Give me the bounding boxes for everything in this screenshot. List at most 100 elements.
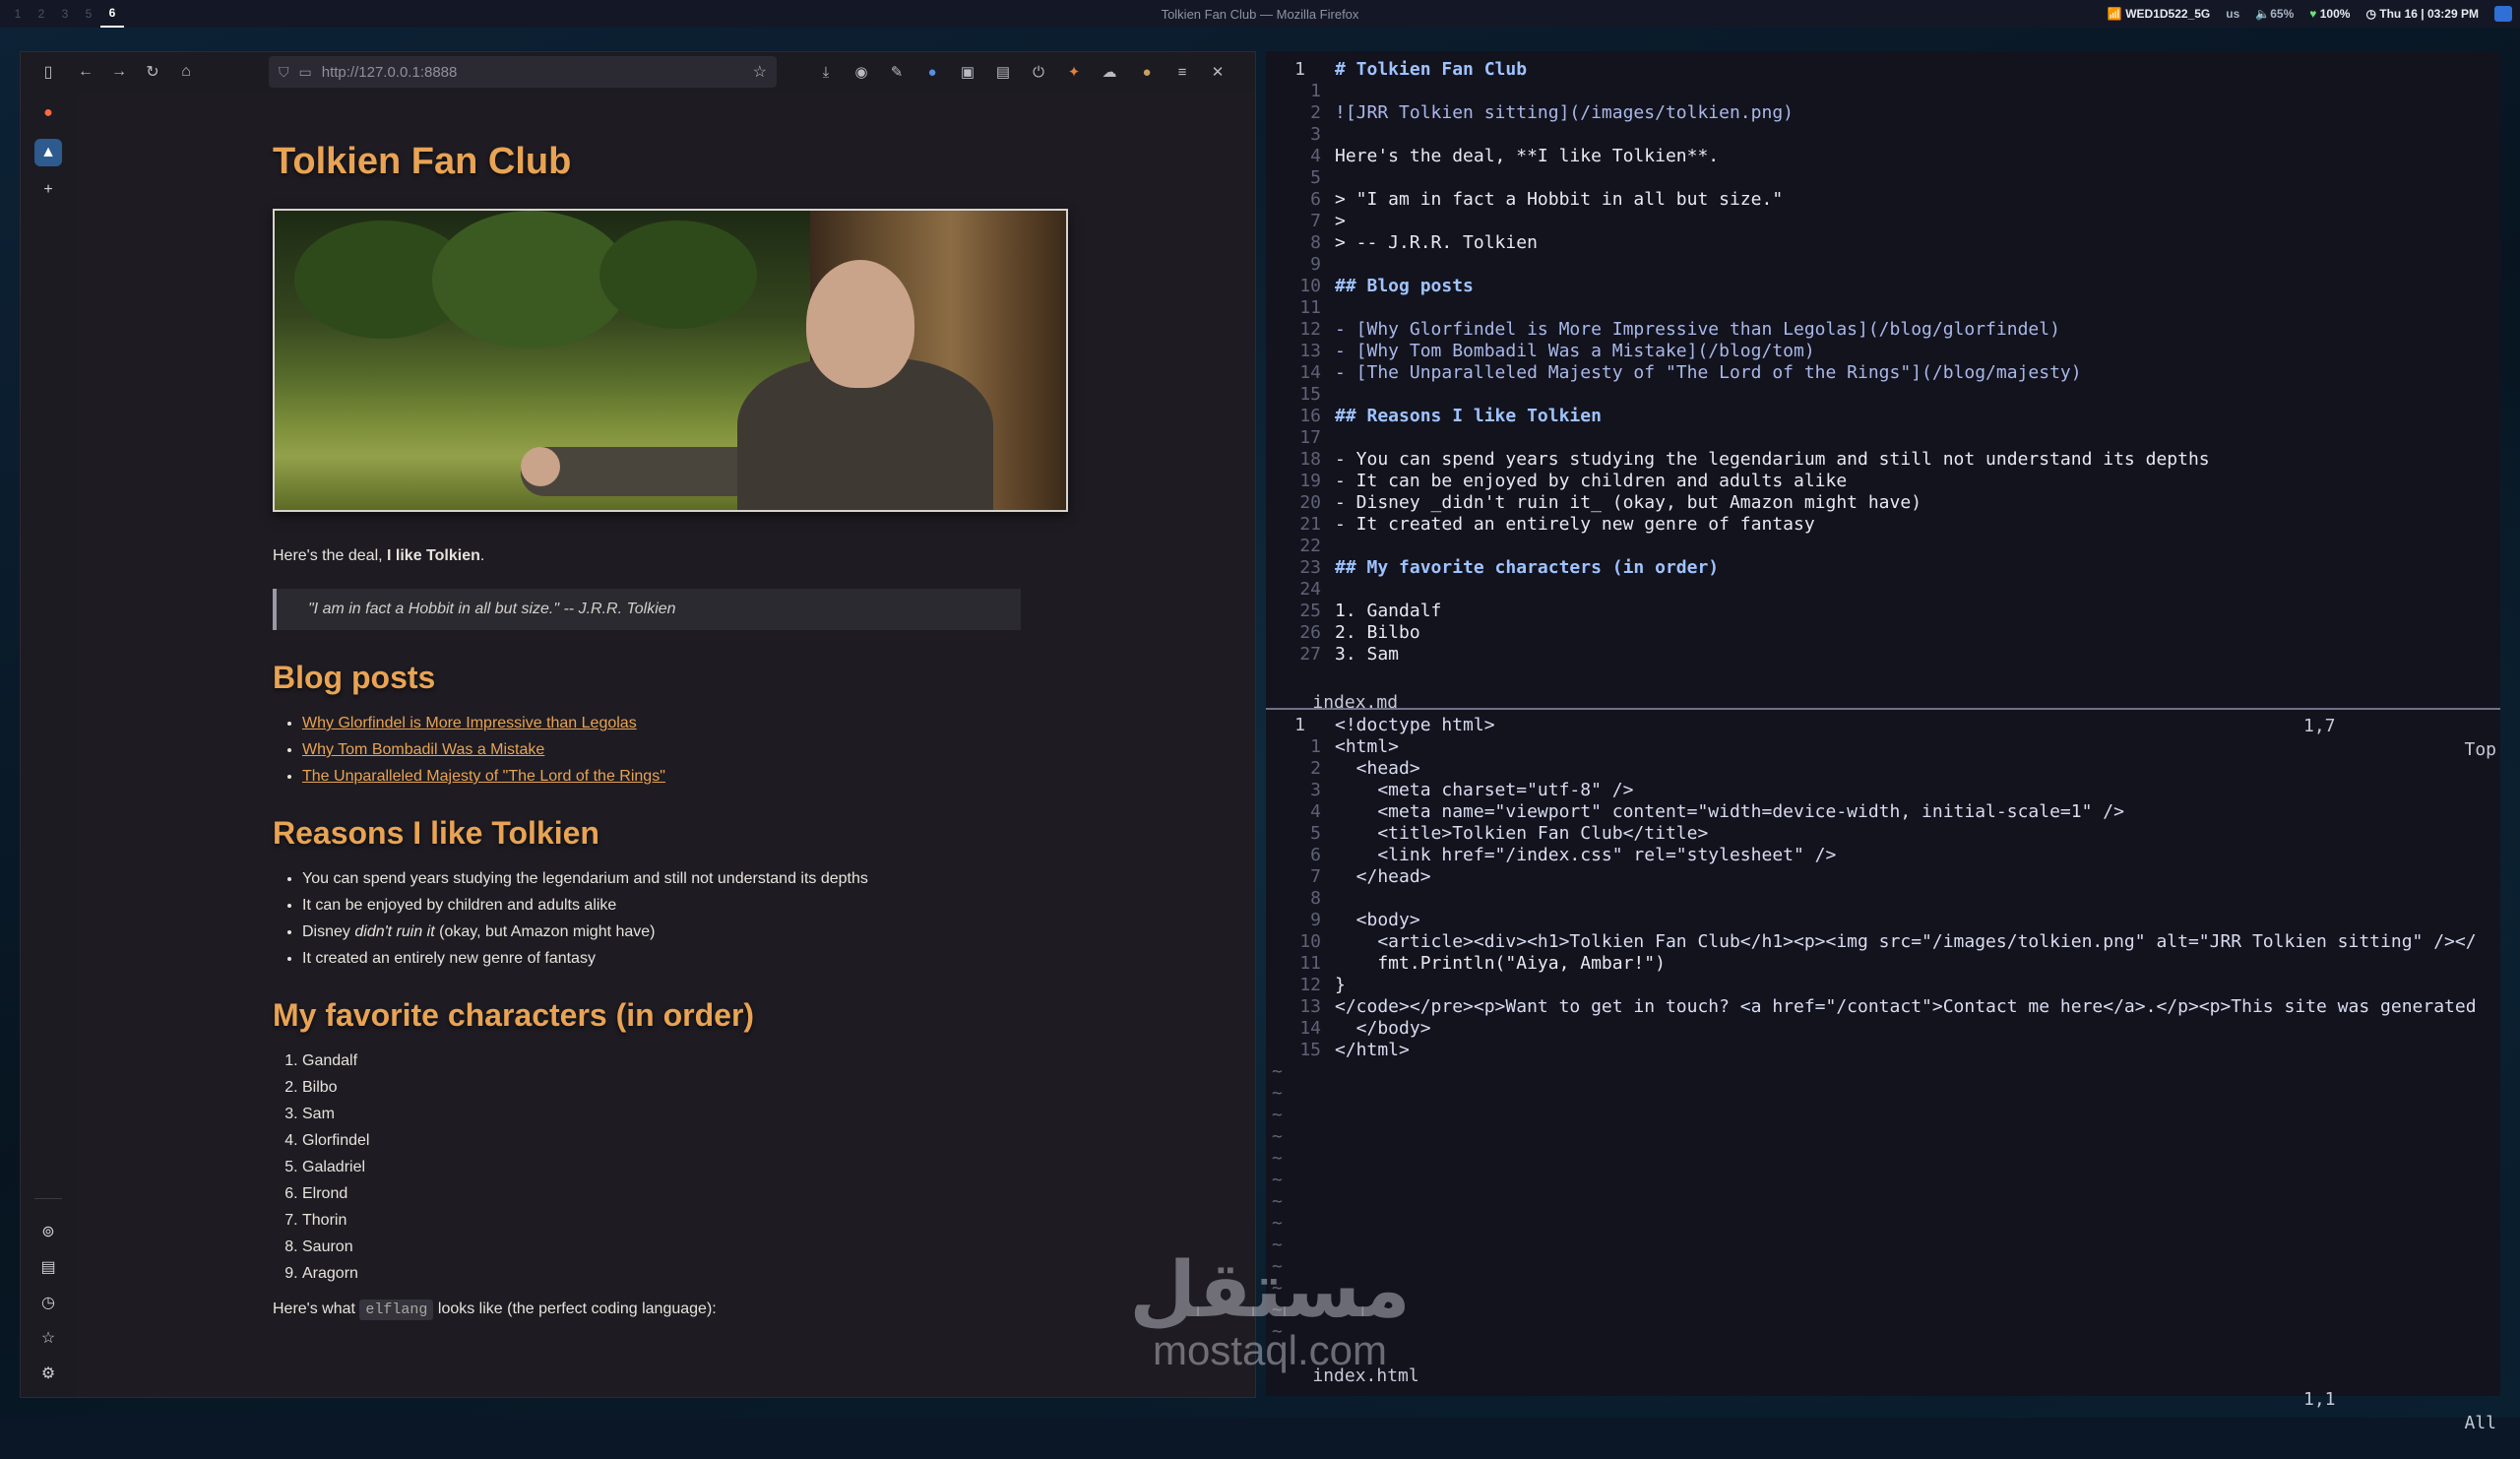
bookmark-star-icon[interactable]: ☆ xyxy=(753,62,767,82)
editor-line[interactable]: 13 - [Why Tom Bombadil Was a Mistake](/bl… xyxy=(1266,341,2500,362)
editor-line[interactable]: 11 xyxy=(1266,297,2500,319)
extension-cloud-icon[interactable]: ☁ xyxy=(1098,60,1121,84)
extension-circle-icon[interactable]: ◉ xyxy=(850,60,873,84)
battery-indicator[interactable]: ♥ 100% xyxy=(2309,7,2350,21)
editor-line[interactable]: 21 - It created an entirely new genre of … xyxy=(1266,514,2500,536)
editor-line[interactable]: 1 # Tolkien Fan Club xyxy=(1266,59,2500,81)
editor-line[interactable]: 1 xyxy=(1266,81,2500,102)
editor-line[interactable]: 18 - You can spend years studying the leg… xyxy=(1266,449,2500,471)
list-item: Disney didn't ruin it (okay, but Amazon … xyxy=(302,919,1119,945)
editor-line[interactable]: 20 - Disney _didn't ruin it_ (okay, but A… xyxy=(1266,492,2500,514)
editor-line[interactable]: 16 ## Reasons I like Tolkien xyxy=(1266,406,2500,427)
pane-separator[interactable] xyxy=(1266,708,2500,710)
editor-line[interactable]: 11 fmt.Println("Aiya, Ambar!") xyxy=(1266,953,2500,975)
workspace-5[interactable]: 5 xyxy=(77,0,100,28)
editor-line[interactable]: 27 3. Sam xyxy=(1266,644,2500,666)
blog-link-tom[interactable]: Why Tom Bombadil Was a Mistake xyxy=(302,741,544,758)
forward-arrow-icon[interactable]: → xyxy=(105,58,133,86)
blockquote: "I am in fact a Hobbit in all but size."… xyxy=(273,589,1021,630)
extensions-puzzle-icon[interactable]: ✎ xyxy=(885,60,909,84)
editor-line[interactable]: 10 ## Blog posts xyxy=(1266,276,2500,297)
shield-icon[interactable]: ⛉ xyxy=(279,64,289,81)
back-arrow-icon[interactable]: ← xyxy=(72,58,99,86)
editor-line[interactable]: 3 xyxy=(1266,124,2500,146)
editor-pane-html[interactable]: 1 <!doctype html> 1 <html> 2 <head> 3 <meta c… xyxy=(1266,715,2500,1364)
editor-line[interactable]: 3 <meta charset="utf-8" /> xyxy=(1266,780,2500,801)
reasons-heading: Reasons I like Tolkien xyxy=(273,815,599,851)
editor-line[interactable]: 9 <body> xyxy=(1266,910,2500,931)
workspace-2[interactable]: 2 xyxy=(30,0,53,28)
home-icon[interactable]: ⌂ xyxy=(172,58,200,86)
editor-line[interactable]: 25 1. Gandalf xyxy=(1266,601,2500,622)
editor-line[interactable]: 14 - [The Unparalleled Majesty of "The Lo… xyxy=(1266,362,2500,384)
code-intro-text: Here's what xyxy=(273,1300,360,1317)
line-number: 5 xyxy=(1310,167,1321,188)
editor-line[interactable]: 12 - [Why Glorfindel is More Impressive t… xyxy=(1266,319,2500,341)
firefox-logo-icon[interactable]: ● xyxy=(34,99,62,127)
downloads-icon[interactable]: ⤓ xyxy=(814,60,838,84)
editor-line[interactable]: 6 > "I am in fact a Hobbit in all but siz… xyxy=(1266,189,2500,211)
ai-chat-icon[interactable]: ⊚ xyxy=(34,1218,62,1245)
blog-link-glorfindel[interactable]: Why Glorfindel is More Impressive than L… xyxy=(302,715,637,731)
editor-line[interactable]: 8 xyxy=(1266,888,2500,910)
editor-line[interactable]: 4 Here's the deal, **I like Tolkien**. xyxy=(1266,146,2500,167)
editor-line[interactable]: 5 xyxy=(1266,167,2500,189)
web-page-viewport: Tolkien Fan Club Here's the deal, I like… xyxy=(76,92,1255,1397)
wifi-indicator[interactable]: 📶 WED1D522_5G xyxy=(2108,7,2210,21)
reload-icon[interactable]: ↻ xyxy=(139,58,166,86)
bookmarks-star-icon[interactable]: ☆ xyxy=(34,1324,62,1352)
volume-level: 65% xyxy=(2270,7,2295,21)
keyboard-layout[interactable]: us xyxy=(2226,7,2239,21)
editor-line[interactable]: 5 <title>Tolkien Fan Club</title> xyxy=(1266,823,2500,845)
editor-line[interactable]: 14 </body> xyxy=(1266,1018,2500,1040)
synced-tabs-icon[interactable]: ▤ xyxy=(34,1253,62,1281)
editor-line[interactable]: 8 > -- J.R.R. Tolkien xyxy=(1266,232,2500,254)
editor-line[interactable]: 17 xyxy=(1266,427,2500,449)
extension-flame-icon[interactable]: ✦ xyxy=(1062,60,1086,84)
history-icon[interactable]: ◷ xyxy=(34,1289,62,1316)
menu-hamburger-icon[interactable]: ≡ xyxy=(1170,60,1194,84)
editor-line[interactable]: 9 xyxy=(1266,254,2500,276)
editor-line[interactable]: 6 <link href="/index.css" rel="styleshee… xyxy=(1266,845,2500,866)
editor-line[interactable]: 4 <meta name="viewport" content="width=d… xyxy=(1266,801,2500,823)
datetime: Thu 16 | 03:29 PM xyxy=(2379,7,2479,21)
editor-line[interactable]: 22 xyxy=(1266,536,2500,557)
settings-gear-icon[interactable]: ⚙ xyxy=(34,1360,62,1387)
extension-screen-icon[interactable]: ▤ xyxy=(991,60,1015,84)
editor-line[interactable]: 2 <head> xyxy=(1266,758,2500,780)
workspace-1[interactable]: 1 xyxy=(6,0,30,28)
close-window-icon[interactable]: ✕ xyxy=(1206,60,1229,84)
blog-link-majesty[interactable]: The Unparalleled Majesty of "The Lord of… xyxy=(302,768,665,785)
account-avatar-icon[interactable]: ● xyxy=(1135,60,1159,84)
editor-line[interactable]: 24 xyxy=(1266,579,2500,601)
editor-line[interactable]: 10 <article><div><h1>Tolkien Fan Club</h… xyxy=(1266,931,2500,953)
editor-line[interactable]: 26 2. Bilbo xyxy=(1266,622,2500,644)
app-launcher-icon[interactable] xyxy=(2494,6,2512,22)
editor-pane-markdown[interactable]: 1 # Tolkien Fan Club 1 2 ![JRR Tolkien sitti… xyxy=(1266,59,2500,699)
editor-line[interactable]: 12} xyxy=(1266,975,2500,996)
editor-line[interactable]: 2 ![JRR Tolkien sitting](/images/tolkien.… xyxy=(1266,102,2500,124)
address-bar[interactable]: ⛉ ▭ http://127.0.0.1:8888 ☆ xyxy=(269,56,777,88)
editor-line[interactable]: 19 - It can be enjoyed by children and ad… xyxy=(1266,471,2500,492)
extension-box-icon[interactable]: ▣ xyxy=(956,60,979,84)
editor-line[interactable]: 13 </code></pre><p>Want to get in touch? … xyxy=(1266,996,2500,1018)
clock[interactable]: ◷ Thu 16 | 03:29 PM xyxy=(2365,7,2479,21)
line-number: 26 xyxy=(1299,622,1321,643)
editor-line[interactable]: 1 <!doctype html> xyxy=(1266,715,2500,736)
editor-line[interactable]: 7 </head> xyxy=(1266,866,2500,888)
volume-indicator[interactable]: 🔈65% xyxy=(2255,7,2294,21)
sidebar-toggle-icon[interactable]: ▯ xyxy=(34,58,62,86)
power-icon[interactable]: ⏻ xyxy=(1027,60,1050,84)
url-text[interactable]: http://127.0.0.1:8888 xyxy=(322,64,458,81)
editor-line-text: - [Why Tom Bombadil Was a Mistake](/blog… xyxy=(1335,341,1815,361)
extension-globe-icon[interactable]: ● xyxy=(920,60,944,84)
editor-line[interactable]: 23 ## My favorite characters (in order) xyxy=(1266,557,2500,579)
add-sidebar-panel-icon[interactable]: + xyxy=(34,176,62,204)
editor-line[interactable]: 7 > xyxy=(1266,211,2500,232)
editor-line[interactable]: 1 <html> xyxy=(1266,736,2500,758)
workspace-3[interactable]: 3 xyxy=(53,0,77,28)
sidebar-extension-icon[interactable]: ▲ xyxy=(34,139,62,166)
editor-line[interactable]: 15 </html> xyxy=(1266,1040,2500,1061)
editor-line[interactable]: 15 xyxy=(1266,384,2500,406)
workspace-6-active[interactable]: 6 xyxy=(100,0,124,28)
